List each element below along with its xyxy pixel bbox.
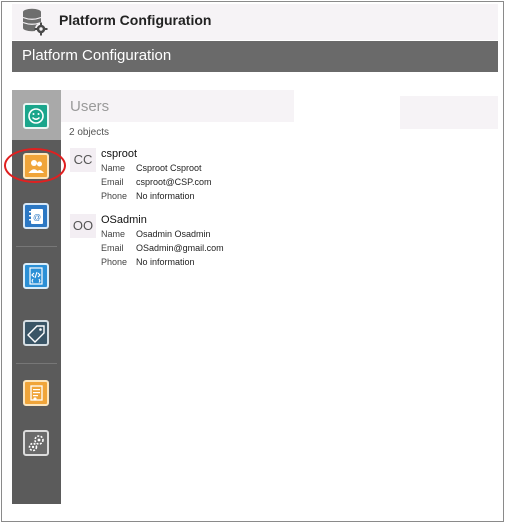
sidebar-divider [16,246,57,247]
users-panel-header: Users [61,90,294,122]
sidebar-item-tags[interactable] [23,320,49,346]
users-panel-title: Users [70,98,110,115]
field-value: Osadmin Osadmin [136,229,211,239]
tag-icon [27,325,45,343]
sidebar-item-code[interactable] [23,263,49,289]
field-label: Name [101,229,126,239]
field-value: csproot@CSP.com [136,177,212,187]
user-list-item[interactable]: OO OSadmin Name Osadmin Osadmin Email OS… [70,214,300,278]
sidebar-item-reports[interactable] [23,380,49,406]
sidebar-item-contacts[interactable]: @ [23,203,49,229]
username[interactable]: csproot [101,148,137,160]
field-value: No information [136,257,195,267]
field-label: Email [101,243,124,253]
sidebar-item-settings[interactable] [23,430,49,456]
username[interactable]: OSadmin [101,214,147,226]
svg-text:@: @ [33,213,41,222]
field-value: OSadmin@gmail.com [136,243,224,253]
field-label: Email [101,177,124,187]
field-value: No information [136,191,195,201]
section-title: Platform Configuration [22,47,172,64]
annotation-highlight-circle [4,148,66,183]
avatar: CC [70,148,96,172]
avatar: OO [70,214,96,238]
field-label: Phone [101,257,128,267]
database-gear-icon [22,8,48,36]
title-bar: Platform Configuration [12,4,498,40]
field-value: Csproot Csproot [136,163,202,173]
code-icon [29,267,43,285]
app-title: Platform Configuration [59,12,212,28]
sidebar-item-dashboard[interactable] [23,103,49,129]
field-label: Name [101,163,126,173]
field-label: Phone [101,191,128,201]
sidebar-divider [16,363,57,364]
smiley-icon [28,108,44,124]
settings-gears-icon [28,435,44,452]
address-book-icon: @ [29,209,43,224]
section-header: Platform Configuration [12,41,498,72]
detail-panel-header [400,96,498,129]
object-count: 2 objects [69,127,110,138]
user-list-item[interactable]: CC csproot Name Csproot Csproot Email cs… [70,148,300,212]
report-icon [30,385,43,401]
